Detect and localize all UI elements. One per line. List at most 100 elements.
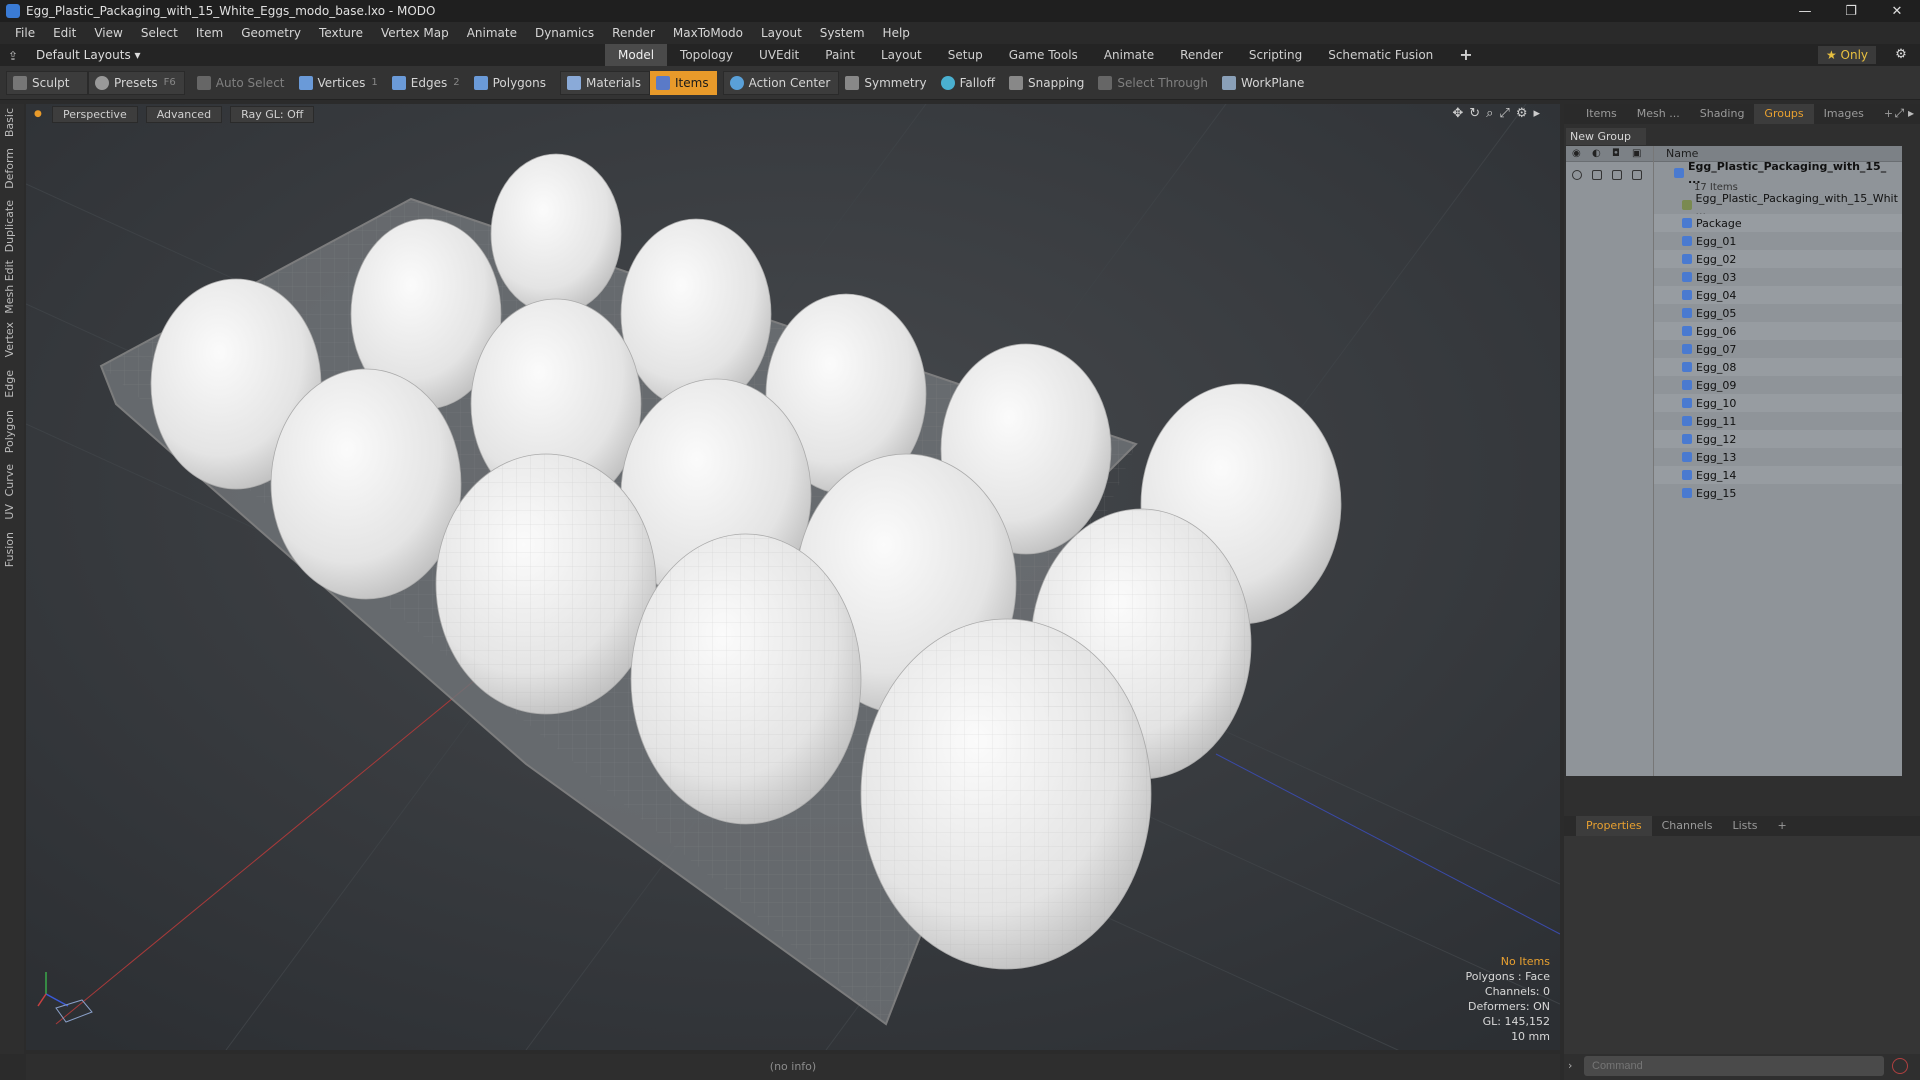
- list-item[interactable]: Package: [1654, 214, 1902, 232]
- tab-shading[interactable]: Shading: [1690, 104, 1755, 124]
- presets-button[interactable]: Presets F6: [88, 70, 185, 95]
- tab-fusion[interactable]: Fusion: [3, 532, 16, 567]
- tab-animate[interactable]: Animate: [1091, 44, 1167, 66]
- maximize-button[interactable]: ❐: [1828, 0, 1874, 22]
- list-item[interactable]: Egg_02: [1654, 250, 1902, 268]
- action-center-button[interactable]: Action Center: [722, 70, 840, 95]
- tab-model[interactable]: Model: [605, 44, 668, 66]
- tab-uv[interactable]: UV: [3, 504, 16, 520]
- list-item[interactable]: Egg_09: [1654, 376, 1902, 394]
- tab-properties[interactable]: Properties: [1576, 816, 1652, 836]
- list-item[interactable]: Egg_12: [1654, 430, 1902, 448]
- tab-game-tools[interactable]: Game Tools: [996, 44, 1091, 66]
- render-toggle[interactable]: [1592, 170, 1602, 180]
- tab-groups[interactable]: Groups: [1754, 104, 1814, 124]
- edges-button[interactable]: Edges 2: [386, 71, 468, 95]
- rotate-icon[interactable]: ↻: [1469, 106, 1480, 121]
- workplane-button[interactable]: WorkPlane: [1216, 71, 1312, 95]
- zoom-icon[interactable]: ⌕: [1486, 106, 1493, 121]
- tab-duplicate[interactable]: Duplicate: [3, 200, 16, 252]
- menu-animate[interactable]: Animate: [458, 26, 526, 40]
- lock-toggle[interactable]: [1612, 170, 1622, 180]
- menu-dynamics[interactable]: Dynamics: [526, 26, 603, 40]
- list-item[interactable]: Egg_08: [1654, 358, 1902, 376]
- close-button[interactable]: ✕: [1874, 0, 1920, 22]
- menu-geometry[interactable]: Geometry: [232, 26, 310, 40]
- tab-deform[interactable]: Deform: [3, 148, 16, 189]
- 3d-viewport[interactable]: [26, 104, 1560, 1050]
- tab-channels[interactable]: Channels: [1652, 816, 1723, 836]
- list-item[interactable]: Egg_13: [1654, 448, 1902, 466]
- viewport-menu-icon[interactable]: ●: [34, 109, 44, 119]
- menu-vertex-map[interactable]: Vertex Map: [372, 26, 458, 40]
- raygl-button[interactable]: Ray GL: Off: [230, 105, 315, 123]
- list-item[interactable]: Egg_11: [1654, 412, 1902, 430]
- vertices-button[interactable]: Vertices 1: [293, 71, 386, 95]
- falloff-button[interactable]: Falloff: [935, 71, 1003, 95]
- list-item[interactable]: Egg_06: [1654, 322, 1902, 340]
- command-input[interactable]: [1584, 1056, 1884, 1076]
- tab-basic[interactable]: Basic: [3, 108, 16, 137]
- add-tab-button[interactable]: +: [1446, 44, 1485, 66]
- menu-select[interactable]: Select: [132, 26, 187, 40]
- list-item[interactable]: Egg_14: [1654, 466, 1902, 484]
- tab-polygon[interactable]: Polygon: [3, 410, 16, 453]
- select-toggle[interactable]: [1632, 170, 1642, 180]
- tab-vertex[interactable]: Vertex: [3, 322, 16, 357]
- minimize-button[interactable]: —: [1782, 0, 1828, 22]
- menu-view[interactable]: View: [85, 26, 131, 40]
- tab-uvedit[interactable]: UVEdit: [746, 44, 812, 66]
- menu-edit[interactable]: Edit: [44, 26, 85, 40]
- materials-button[interactable]: Materials: [559, 70, 650, 95]
- only-button[interactable]: ★ Only: [1818, 46, 1876, 64]
- sculpt-button[interactable]: Sculpt: [6, 70, 88, 95]
- list-item[interactable]: Egg_10: [1654, 394, 1902, 412]
- tab-layout[interactable]: Layout: [868, 44, 935, 66]
- list-item[interactable]: Egg_03: [1654, 268, 1902, 286]
- menu-render[interactable]: Render: [603, 26, 664, 40]
- viewport-expand-icon[interactable]: ▸: [1533, 106, 1540, 121]
- menu-help[interactable]: Help: [874, 26, 919, 40]
- auto-select-button[interactable]: Auto Select: [191, 71, 293, 95]
- list-item[interactable]: Egg_05: [1654, 304, 1902, 322]
- symmetry-button[interactable]: Symmetry: [839, 71, 934, 95]
- layouts-dropdown[interactable]: ⇪ Default Layouts ▾: [0, 48, 600, 63]
- add-props-tab[interactable]: +: [1767, 816, 1796, 836]
- new-group-button[interactable]: New Group: [1566, 128, 1646, 145]
- menu-maxtomodo[interactable]: MaxToModo: [664, 26, 752, 40]
- gear-icon[interactable]: ⚙: [1892, 46, 1910, 64]
- perspective-button[interactable]: Perspective: [52, 105, 138, 123]
- tab-mesh[interactable]: Mesh ...: [1627, 104, 1690, 124]
- tab-lists[interactable]: Lists: [1723, 816, 1768, 836]
- viewport-gear-icon[interactable]: ⚙: [1516, 106, 1528, 121]
- tab-images[interactable]: Images: [1814, 104, 1874, 124]
- pan-icon[interactable]: ✥: [1452, 106, 1463, 121]
- visibility-toggle[interactable]: [1572, 170, 1582, 180]
- menu-item[interactable]: Item: [187, 26, 232, 40]
- tab-schematic-fusion[interactable]: Schematic Fusion: [1315, 44, 1446, 66]
- list-item[interactable]: Egg_01: [1654, 232, 1902, 250]
- tab-scripting[interactable]: Scripting: [1236, 44, 1315, 66]
- advanced-button[interactable]: Advanced: [145, 105, 223, 123]
- menu-system[interactable]: System: [811, 26, 874, 40]
- tab-render[interactable]: Render: [1167, 44, 1236, 66]
- snapping-button[interactable]: Snapping: [1003, 71, 1092, 95]
- panel-expand-icon[interactable]: ⤢ ▸: [1895, 106, 1914, 121]
- tab-curve[interactable]: Curve: [3, 464, 16, 496]
- tab-mesh-edit[interactable]: Mesh Edit: [3, 260, 16, 314]
- menu-layout[interactable]: Layout: [752, 26, 811, 40]
- tab-edge[interactable]: Edge: [3, 370, 16, 398]
- items-button[interactable]: Items: [650, 70, 717, 95]
- tab-setup[interactable]: Setup: [935, 44, 996, 66]
- command-stop-icon[interactable]: [1892, 1058, 1908, 1074]
- select-through-button[interactable]: Select Through: [1092, 71, 1216, 95]
- list-item[interactable]: Egg_07: [1654, 340, 1902, 358]
- list-item[interactable]: Egg_Plastic_Packaging_with_15_Whit ...: [1654, 192, 1902, 218]
- list-item[interactable]: Egg_04: [1654, 286, 1902, 304]
- tab-paint[interactable]: Paint: [812, 44, 868, 66]
- menu-file[interactable]: File: [6, 26, 44, 40]
- polygons-button[interactable]: Polygons: [468, 71, 554, 95]
- tab-items[interactable]: Items: [1576, 104, 1627, 124]
- list-item[interactable]: Egg_15: [1654, 484, 1902, 502]
- menu-texture[interactable]: Texture: [310, 26, 372, 40]
